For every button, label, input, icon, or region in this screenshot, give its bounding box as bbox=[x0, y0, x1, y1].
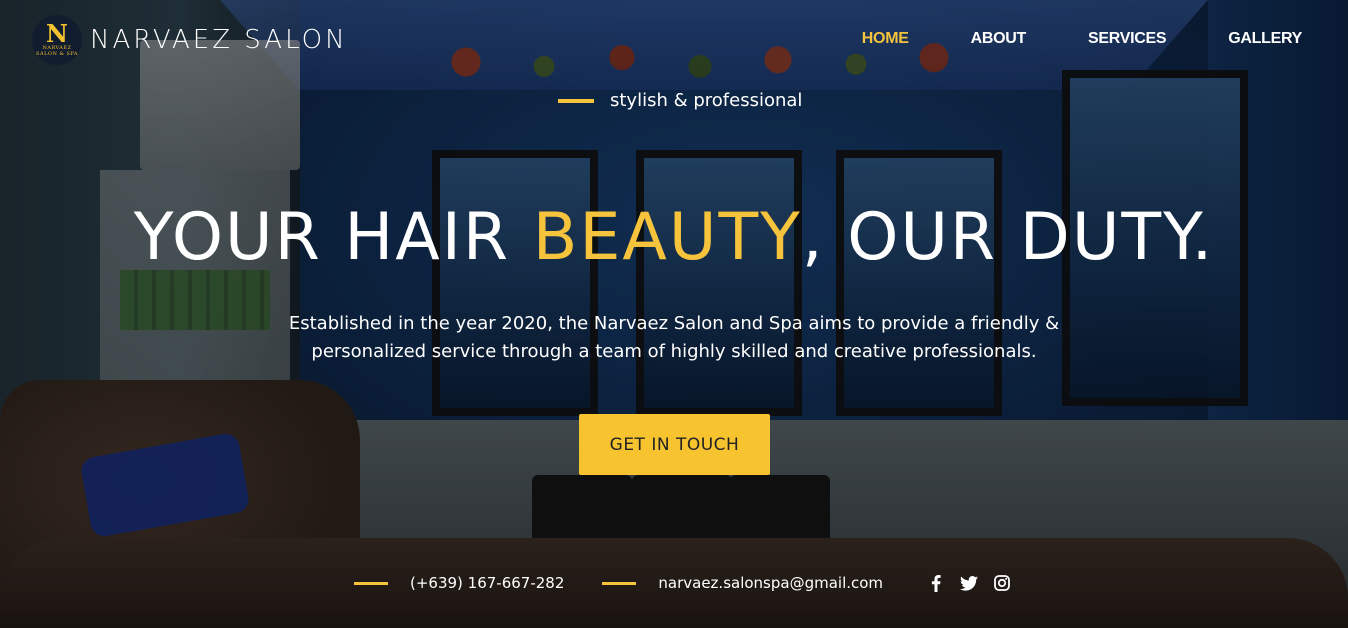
logo-mark-icon: N NARVAEZ SALON & SPA bbox=[32, 15, 82, 65]
hero-description: Established in the year 2020, the Narvae… bbox=[288, 313, 1060, 362]
get-in-touch-button[interactable]: GET IN TOUCH bbox=[579, 414, 770, 475]
social-links bbox=[927, 574, 1011, 592]
nav-services[interactable]: SERVICES bbox=[1088, 30, 1167, 48]
hero-tagline: stylish & professional bbox=[558, 90, 802, 111]
email-address[interactable]: narvaez.salonspa@gmail.com bbox=[658, 574, 883, 592]
contact-dash bbox=[354, 581, 388, 585]
headline-part2: , OUR DUTY. bbox=[801, 200, 1215, 275]
tagline-dash bbox=[558, 98, 594, 103]
tagline-text: stylish & professional bbox=[610, 90, 803, 111]
nav-gallery[interactable]: GALLERY bbox=[1228, 30, 1302, 48]
logo-subtext-2: SALON & SPA bbox=[36, 51, 78, 57]
contact-bar: (+639) 167-667-282 narvaez.salonspa@gmai… bbox=[354, 574, 1011, 592]
facebook-icon[interactable] bbox=[927, 574, 945, 592]
nav-home[interactable]: HOME bbox=[862, 30, 909, 48]
main-nav: HOME ABOUT SERVICES GALLERY bbox=[800, 30, 1303, 48]
hero-headline: YOUR HAIR BEAUTY, OUR DUTY. bbox=[0, 200, 1348, 275]
instagram-icon[interactable] bbox=[993, 574, 1011, 592]
twitter-icon[interactable] bbox=[960, 574, 979, 592]
brand-logo[interactable]: N NARVAEZ SALON & SPA NARVAEZ SALON bbox=[32, 15, 348, 65]
logo-letter: N bbox=[46, 19, 68, 48]
contact-dash bbox=[602, 581, 637, 585]
phone-number[interactable]: (+639) 167-667-282 bbox=[410, 574, 564, 592]
brand-name: NARVAEZ SALON bbox=[90, 25, 348, 55]
headline-part1: YOUR HAIR bbox=[133, 200, 533, 275]
headline-highlight: BEAUTY bbox=[532, 200, 802, 275]
nav-about[interactable]: ABOUT bbox=[971, 30, 1027, 48]
